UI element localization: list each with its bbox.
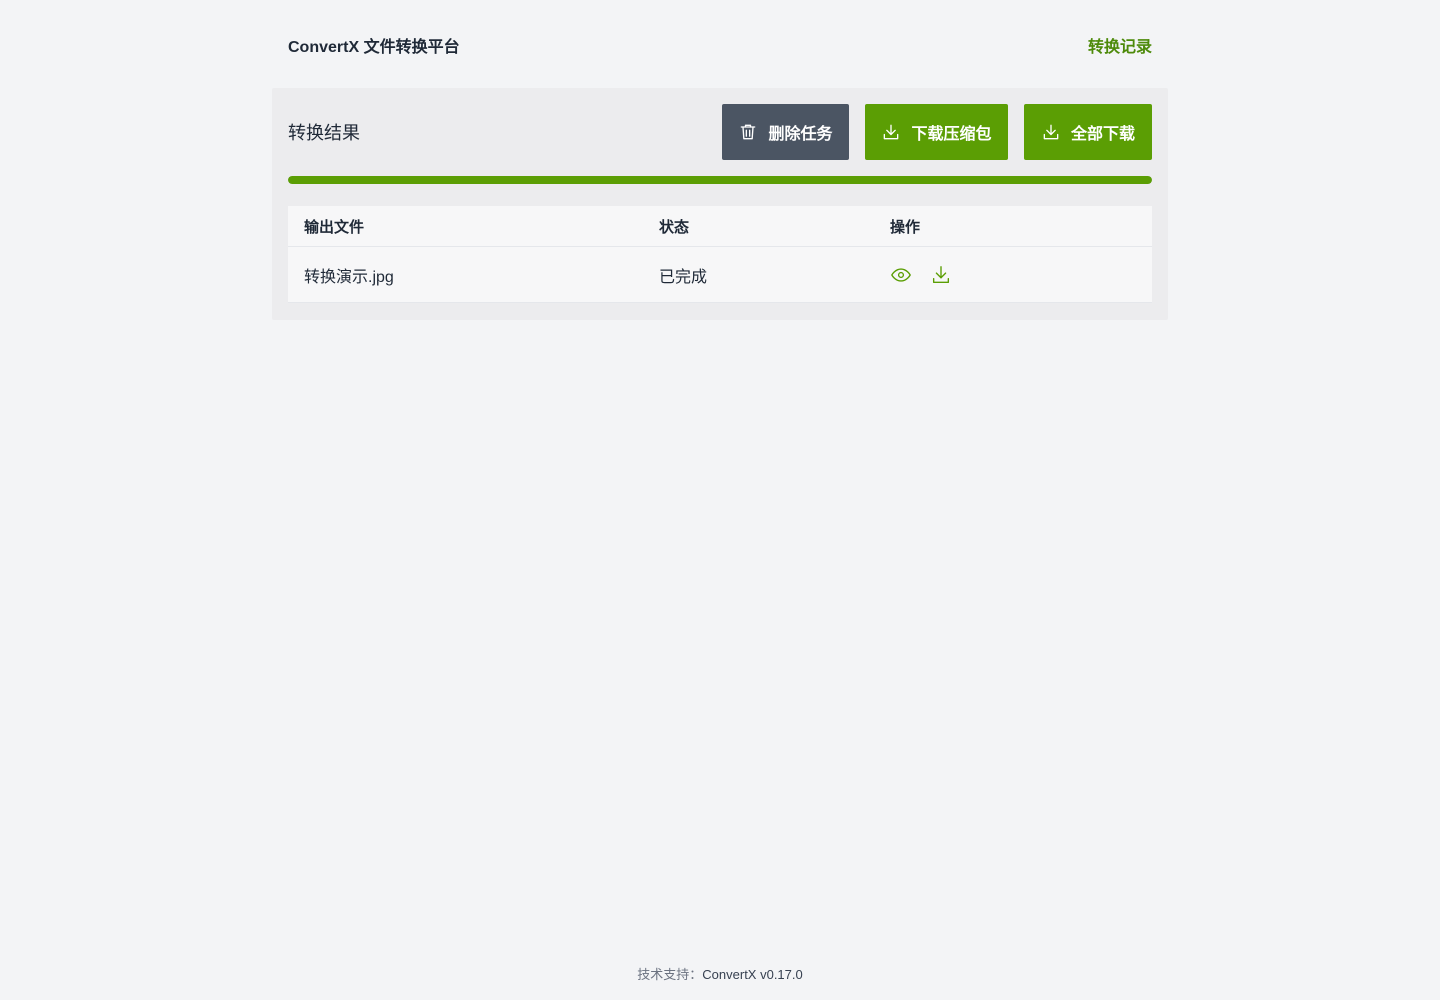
column-header-file: 输出文件 [304, 218, 365, 236]
download-zip-button[interactable]: 下载压缩包 [865, 104, 1008, 160]
column-header-status: 状态 [659, 218, 690, 236]
preview-button[interactable] [890, 264, 912, 286]
footer-label: 技术支持： [637, 967, 703, 982]
table-header-row: 输出文件 状态 操作 [288, 206, 1152, 247]
table-row: 转换演示.jpg 已完成 [288, 247, 1152, 303]
download-icon [884, 124, 899, 140]
results-table: 输出文件 状态 操作 转换演示.jpg 已完成 [288, 206, 1152, 303]
download-all-button[interactable]: 全部下载 [1024, 104, 1152, 160]
app-title: ConvertX 文件转换平台 [288, 39, 460, 56]
column-header-actions: 操作 [890, 218, 921, 236]
status-text: 已完成 [659, 268, 708, 286]
download-zip-label: 下载压缩包 [911, 126, 992, 143]
eye-icon [891, 267, 911, 282]
download-all-label: 全部下载 [1070, 126, 1135, 143]
results-panel: 转换结果 删除任务 下载压缩包 全部下载 输出文件 状态 操作 转换演示.jpg… [272, 88, 1168, 320]
row-actions [890, 264, 1152, 286]
download-icon [932, 265, 950, 283]
output-file-name: 转换演示.jpg [304, 268, 394, 286]
progress-fill [288, 176, 1152, 184]
progress-bar [288, 176, 1152, 184]
delete-task-label: 删除任务 [768, 126, 833, 143]
download-file-button[interactable] [930, 264, 952, 286]
footer-version: ConvertX v0.17.0 [702, 967, 803, 982]
download-icon [1043, 124, 1059, 140]
top-bar: ConvertX 文件转换平台 转换记录 [288, 33, 1152, 57]
delete-task-button[interactable]: 删除任务 [722, 104, 849, 160]
conversion-history-link[interactable]: 转换记录 [1088, 33, 1152, 57]
trash-icon [741, 124, 756, 140]
panel-title: 转换结果 [288, 123, 360, 143]
footer: 技术支持：ConvertX v0.17.0 [0, 964, 1440, 983]
